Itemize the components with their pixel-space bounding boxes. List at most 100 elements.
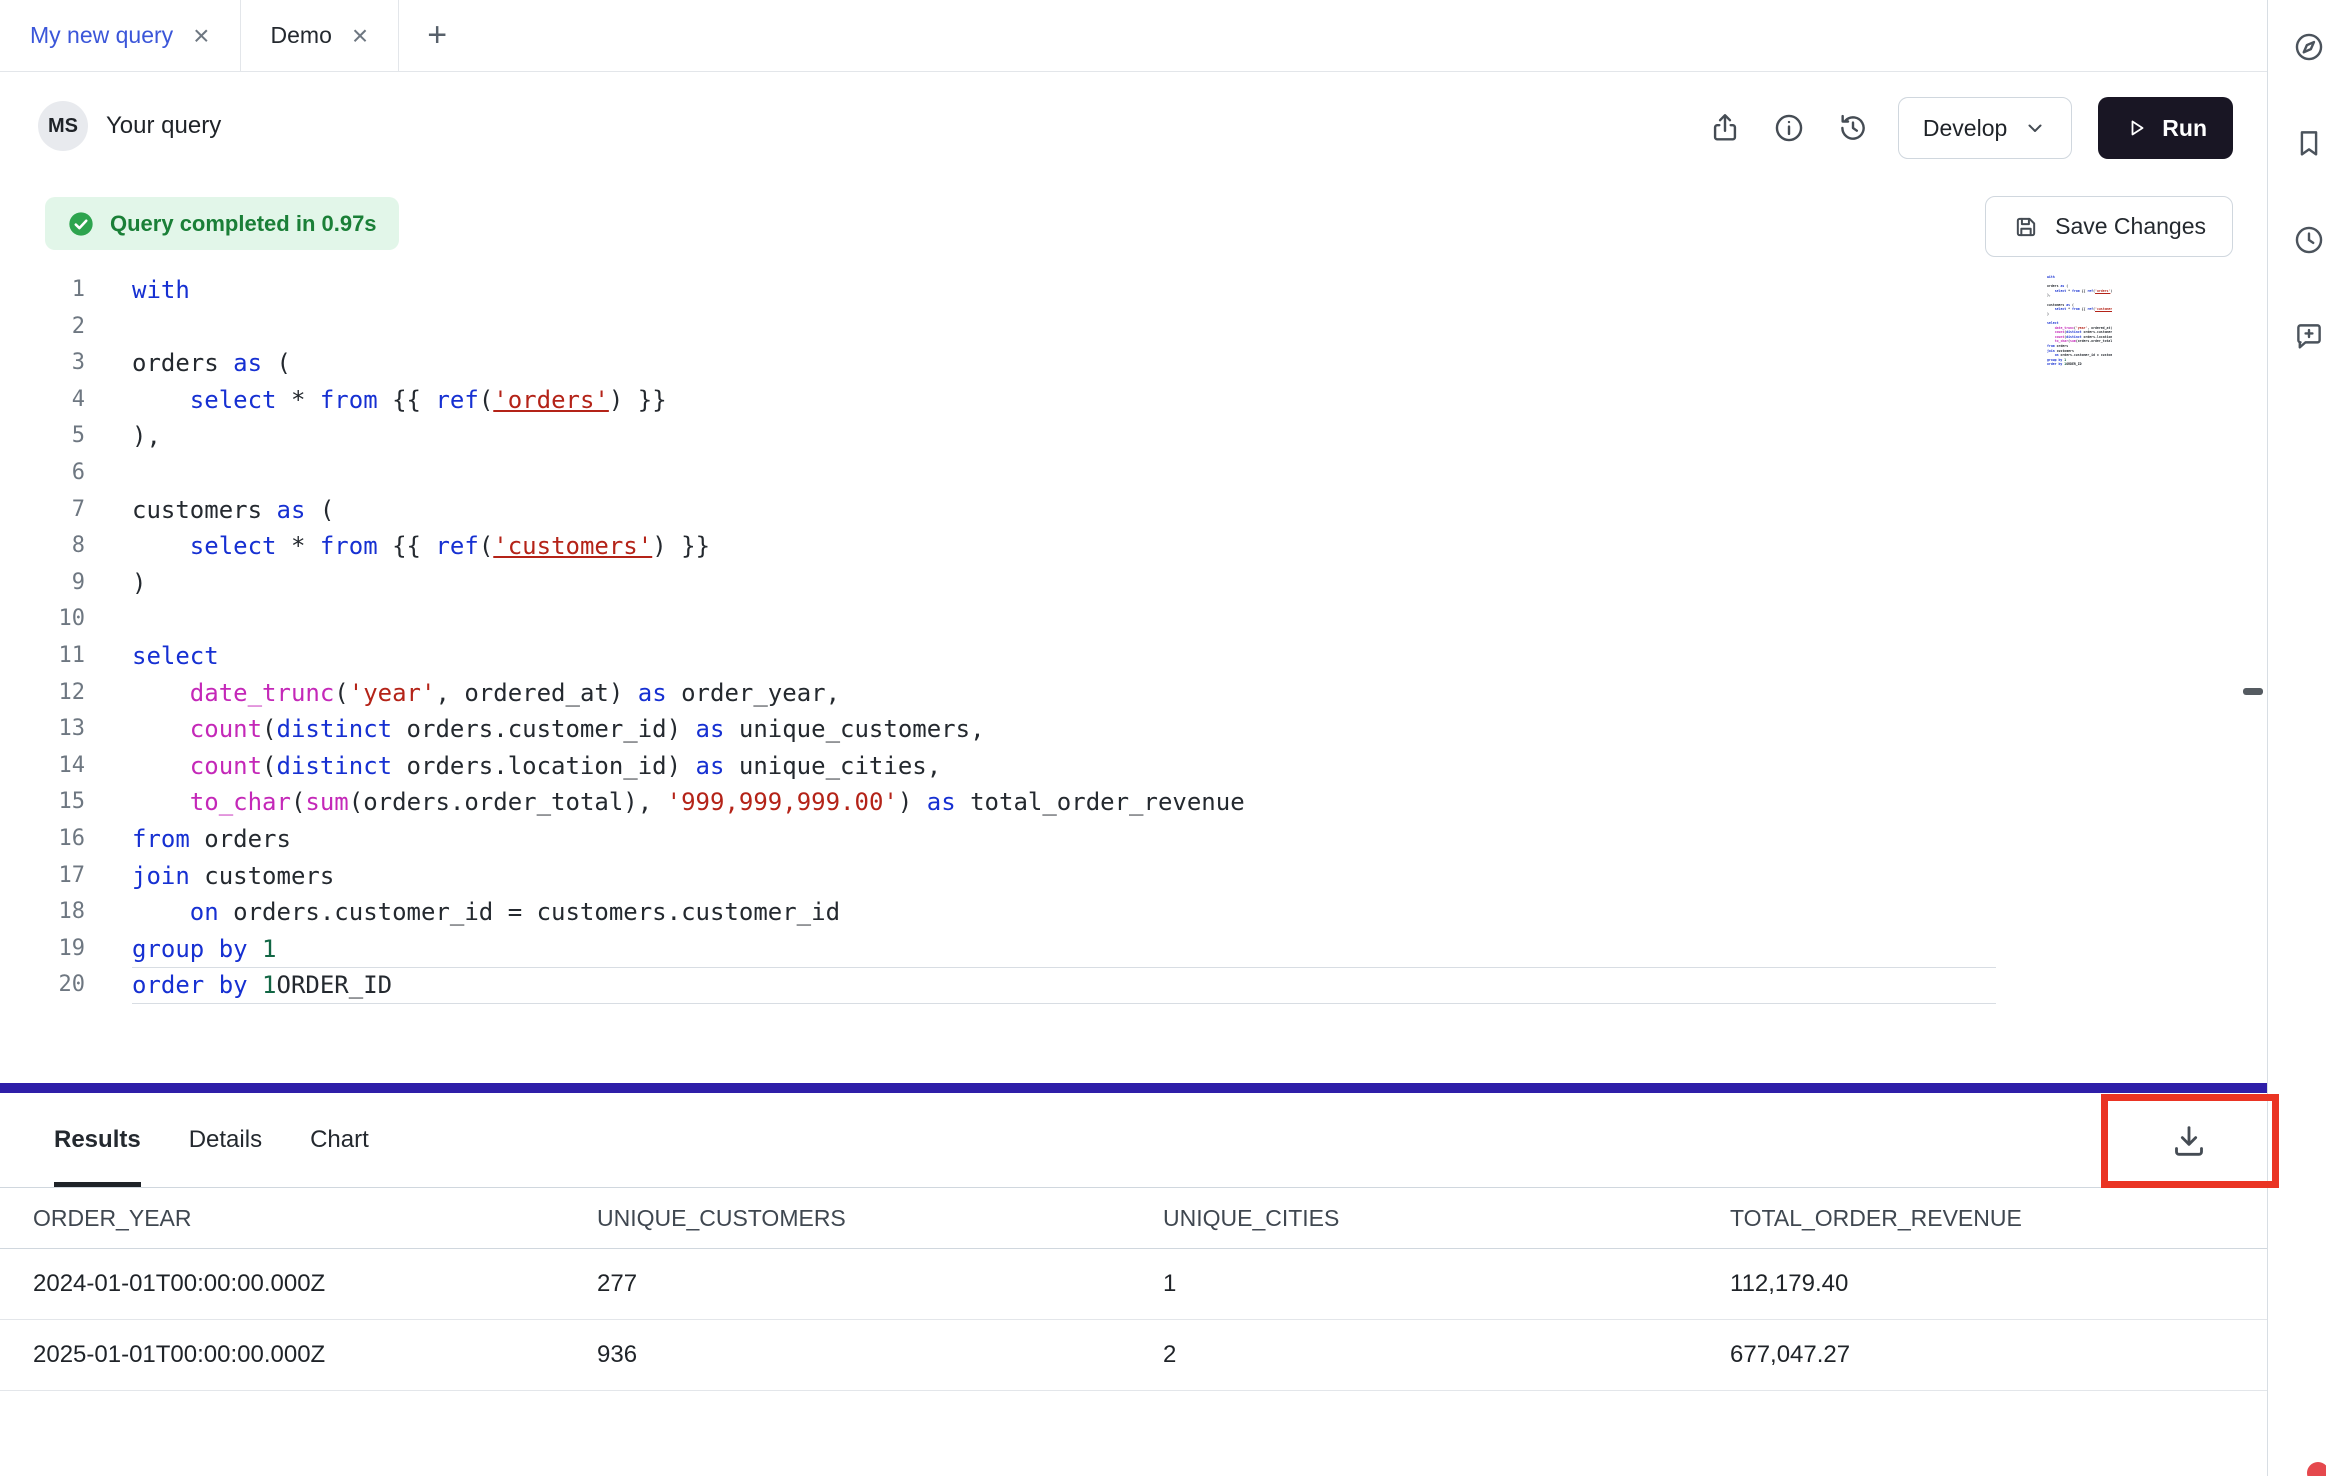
code-line-11[interactable]: 11select (0, 638, 2267, 675)
code-line-13[interactable]: 13 count(distinct orders.customer_id) as… (0, 711, 2267, 748)
tab-details[interactable]: Details (189, 1093, 262, 1187)
tab-label: Demo (271, 22, 332, 49)
download-results-button[interactable] (2101, 1094, 2277, 1187)
history-button[interactable] (1834, 109, 1872, 147)
line-number: 8 (0, 528, 85, 565)
line-number: 19 (0, 931, 85, 968)
line-number: 4 (0, 382, 85, 419)
code-editor[interactable]: 1with23orders as (4 select * from {{ ref… (0, 272, 2267, 1004)
run-button[interactable]: Run (2098, 97, 2233, 159)
line-number: 2 (0, 309, 85, 346)
column-header: UNIQUE_CITIES (1163, 1205, 1730, 1232)
code-line-15[interactable]: 15 to_char(sum(orders.order_total), '999… (0, 784, 2267, 821)
table-cell: 2024-01-01T00:00:00.000Z (33, 1270, 597, 1298)
tab-close-icon[interactable]: × (352, 22, 368, 50)
bookmark-button[interactable] (2290, 124, 2326, 162)
right-toolbar (2267, 0, 2326, 1476)
table-row[interactable]: 2025-01-01T00:00:00.000Z9362677,047.27 (0, 1320, 2267, 1391)
table-cell: 2 (1163, 1341, 1730, 1369)
recent-queries-button[interactable] (2290, 221, 2326, 259)
line-number: 9 (0, 565, 85, 602)
line-number: 7 (0, 492, 85, 529)
code-line-17[interactable]: 17join customers (0, 858, 2267, 895)
play-icon (2124, 116, 2148, 140)
info-button[interactable] (1770, 109, 1808, 147)
code-line-3[interactable]: 3orders as ( (0, 345, 2267, 382)
line-number: 3 (0, 345, 85, 382)
save-changes-button[interactable]: Save Changes (1985, 196, 2233, 257)
line-number: 10 (0, 601, 85, 638)
line-number: 11 (0, 638, 85, 675)
table-row[interactable]: 2024-01-01T00:00:00.000Z2771112,179.40 (0, 1249, 2267, 1320)
code-line-20[interactable]: 20order by 1ORDER_ID (0, 967, 2267, 1004)
line-number: 13 (0, 711, 85, 748)
download-icon (2169, 1121, 2209, 1161)
results-table: ORDER_YEARUNIQUE_CUSTOMERSUNIQUE_CITIEST… (0, 1188, 2267, 1391)
compass-icon (2292, 30, 2326, 64)
tab-close-icon[interactable]: × (193, 22, 209, 50)
results-table-body: 2024-01-01T00:00:00.000Z2771112,179.4020… (0, 1249, 2267, 1391)
code-line-19[interactable]: 19group by 1 (0, 931, 2267, 968)
table-cell: 677,047.27 (1730, 1341, 2267, 1369)
code-line-9[interactable]: 9) (0, 565, 2267, 602)
scrollbar-thumb[interactable] (2243, 688, 2263, 695)
line-number: 5 (0, 418, 85, 455)
editor-tab-demo[interactable]: Demo × (241, 0, 400, 71)
code-line-5[interactable]: 5), (0, 418, 2267, 455)
new-tab-button[interactable]: + (399, 0, 475, 71)
column-header: UNIQUE_CUSTOMERS (597, 1205, 1163, 1232)
save-icon (2012, 213, 2040, 241)
code-line-7[interactable]: 7customers as ( (0, 492, 2267, 529)
main-area: My new query × Demo × + MS Your query Devel… (0, 0, 2267, 1476)
plus-icon: + (427, 16, 447, 55)
code-line-14[interactable]: 14 count(distinct orders.location_id) as… (0, 748, 2267, 785)
info-icon (1772, 111, 1806, 145)
code-line-16[interactable]: 16from orders (0, 821, 2267, 858)
table-cell: 1 (1163, 1270, 1730, 1298)
code-line-2[interactable]: 2 (0, 309, 2267, 346)
code-line-12[interactable]: 12 date_trunc('year', ordered_at) as ord… (0, 675, 2267, 712)
develop-label: Develop (1923, 115, 2007, 142)
editor-tab-my-new-query[interactable]: My new query × (0, 0, 241, 71)
explore-button[interactable] (2290, 28, 2326, 66)
check-circle-icon (67, 210, 95, 238)
line-number: 16 (0, 821, 85, 858)
status-text: Query completed in 0.97s (110, 211, 377, 237)
panel-divider[interactable] (0, 1083, 2267, 1093)
develop-dropdown[interactable]: Develop (1898, 97, 2072, 159)
history-icon (1836, 111, 1870, 145)
line-number: 18 (0, 894, 85, 931)
save-changes-label: Save Changes (2055, 213, 2206, 240)
line-number: 15 (0, 784, 85, 821)
line-number: 20 (0, 967, 85, 1004)
column-header: TOTAL_ORDER_REVENUE (1730, 1205, 2267, 1232)
avatar: MS (38, 101, 88, 151)
results-table-header: ORDER_YEARUNIQUE_CUSTOMERSUNIQUE_CITIEST… (0, 1188, 2267, 1249)
code-line-4[interactable]: 4 select * from {{ ref('orders') }} (0, 382, 2267, 419)
code-line-20: order by 1ORDER_ID (2000, 362, 2112, 367)
line-number: 14 (0, 748, 85, 785)
line-number: 6 (0, 455, 85, 492)
tab-chart[interactable]: Chart (310, 1093, 369, 1187)
share-button[interactable] (1706, 109, 1744, 147)
code-line-18[interactable]: 18 on orders.customer_id = customers.cus… (0, 894, 2267, 931)
page-title: Your query (106, 112, 221, 140)
code-line-6[interactable]: 6 (0, 455, 2267, 492)
table-cell: 277 (597, 1270, 1163, 1298)
line-number: 12 (0, 675, 85, 712)
column-header: ORDER_YEAR (33, 1205, 597, 1232)
status-badge: Query completed in 0.97s (45, 197, 399, 250)
share-icon (1708, 111, 1742, 145)
feedback-button[interactable] (2290, 317, 2326, 355)
tab-results[interactable]: Results (54, 1093, 141, 1187)
tab-label: My new query (30, 22, 173, 49)
editor-minimap[interactable]: withorders as ( select * from {{ ref('or… (2000, 275, 2112, 405)
line-number: 17 (0, 858, 85, 895)
code-line-1[interactable]: 1with (0, 272, 2267, 309)
code-line-8[interactable]: 8 select * from {{ ref('customers') }} (0, 528, 2267, 565)
code-line-10[interactable]: 10 (0, 601, 2267, 638)
header-actions: Develop Run (1706, 97, 2233, 159)
clock-icon (2292, 223, 2326, 257)
line-number: 1 (0, 272, 85, 309)
table-cell: 112,179.40 (1730, 1270, 2267, 1298)
